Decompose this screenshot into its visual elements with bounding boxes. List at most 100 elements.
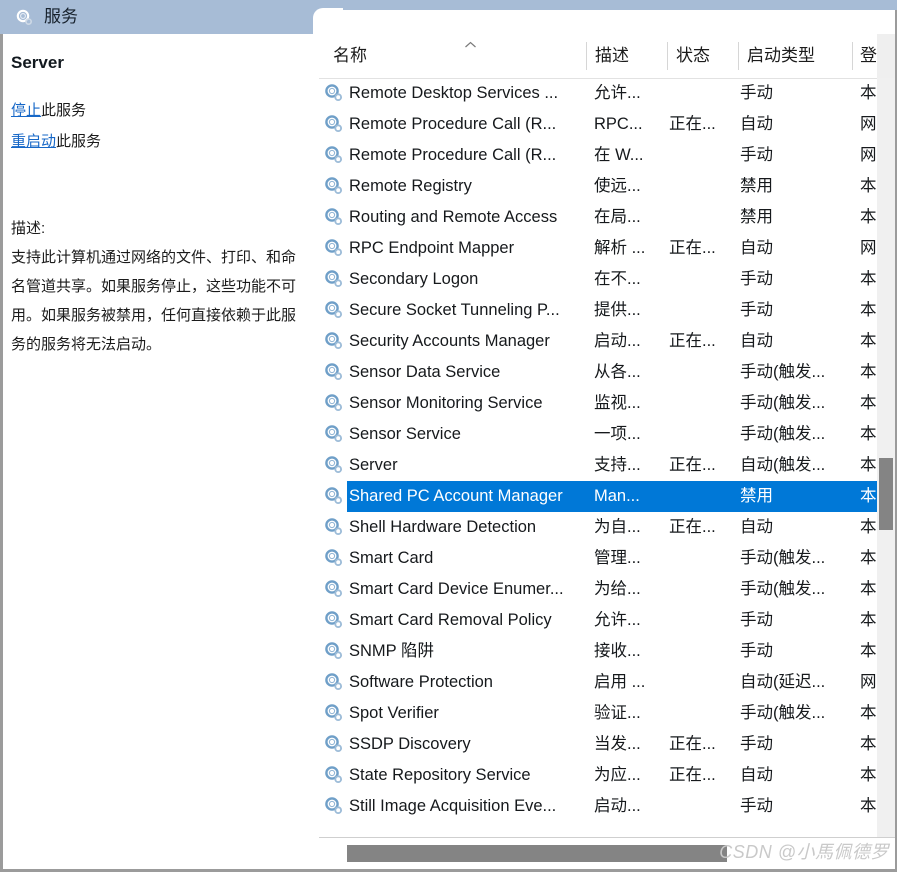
service-gear-icon [324, 114, 344, 134]
table-row[interactable]: Remote Procedure Call (R... RPC... 正在... 自动… [319, 109, 877, 140]
table-row[interactable]: State Repository Service 为应... 正在... 自动 本 [319, 760, 877, 791]
cell-description: 允许... [594, 84, 641, 102]
cell-logon-as: 本 [860, 394, 877, 412]
titlebar-extension [311, 0, 897, 10]
service-gear-icon [324, 455, 344, 475]
cell-startup-type: 手动 [740, 84, 773, 102]
cell-logon-as: 本 [860, 704, 877, 722]
cell-service-name: Remote Procedure Call (R... [349, 146, 557, 164]
cell-startup-type: 自动 [740, 518, 773, 536]
column-header-startup-type[interactable]: 启动类型 [747, 34, 847, 78]
cell-logon-as: 本 [860, 456, 877, 474]
restart-service-suffix: 此服务 [56, 133, 102, 150]
service-gear-icon [324, 269, 344, 289]
cell-startup-type: 手动 [740, 611, 773, 629]
service-gear-icon [324, 176, 344, 196]
cell-startup-type: 手动(触发... [740, 704, 826, 722]
cell-logon-as: 本 [860, 487, 877, 505]
column-divider-1[interactable] [586, 42, 587, 70]
table-row[interactable]: Server 支持... 正在... 自动(触发... 本 [319, 450, 877, 481]
service-gear-icon [324, 610, 344, 630]
table-row[interactable]: Sensor Monitoring Service 监视... 手动(触发... 本 [319, 388, 877, 419]
cell-service-name: SNMP 陷阱 [349, 642, 434, 660]
cell-status: 正在... [669, 115, 716, 133]
table-row[interactable]: Secondary Logon 在不... 手动 本 [319, 264, 877, 295]
stop-service-link[interactable]: 停止 [11, 102, 41, 119]
table-row[interactable]: Smart Card Device Enumer... 为给... 手动(触发...… [319, 574, 877, 605]
cell-description: 在局... [594, 208, 641, 226]
service-action-links: 停止此服务 重启动此服务 [11, 98, 313, 160]
cell-status: 正在... [669, 239, 716, 257]
cell-service-name: Server [349, 456, 398, 474]
cell-status [669, 78, 735, 109]
cell-status [669, 419, 735, 450]
services-rows-container: Remote Desktop Services ... 允许... 手动本 Remot… [319, 78, 877, 838]
table-row[interactable]: Security Accounts Manager 启动... 正在... 自动 本 [319, 326, 877, 357]
header-scrollbar-corner [877, 34, 895, 78]
table-row[interactable]: Remote Procedure Call (R... 在 W... 手动 网 [319, 140, 877, 171]
cell-logon-as: 本 [860, 580, 877, 598]
window-titlebar: 服务 [0, 0, 319, 34]
table-row[interactable]: SNMP 陷阱 接收... 手动 本 [319, 636, 877, 667]
cell-startup-type: 自动(延迟... [740, 673, 826, 691]
table-row[interactable]: Shell Hardware Detection 为自... 正在... 自动 本 [319, 512, 877, 543]
cell-service-name: Sensor Monitoring Service [349, 394, 543, 412]
table-row[interactable]: Remote Desktop Services ... 允许... 手动 本 [319, 78, 877, 109]
cell-description: 为给... [594, 580, 641, 598]
table-row[interactable]: Spot Verifier 验证... 手动(触发... 本 [319, 698, 877, 729]
column-divider-4[interactable] [852, 42, 853, 70]
table-row[interactable]: Software Protection 启用 ... 自动(延迟... 网 [319, 667, 877, 698]
table-row[interactable]: Sensor Data Service 从各... 手动(触发... 本 [319, 357, 877, 388]
cell-status: 正在... [669, 766, 716, 784]
service-gear-icon [324, 796, 344, 816]
cell-description: 为自... [594, 518, 641, 536]
table-row[interactable]: Secure Socket Tunneling P... 提供... 手动 本 [319, 295, 877, 326]
cell-status [669, 202, 735, 233]
table-row[interactable]: Smart Card Removal Policy 允许... 手动 本 [319, 605, 877, 636]
table-row[interactable]: Smart Card 管理... 手动(触发... 本 [319, 543, 877, 574]
cell-description: RPC... [594, 115, 643, 133]
table-row[interactable]: Sensor Service 一项... 手动(触发... 本 [319, 419, 877, 450]
window-title: 服务 [44, 7, 78, 26]
column-header-name[interactable]: 名称 [333, 34, 588, 78]
service-gear-icon [324, 734, 344, 754]
cell-description: 使远... [594, 177, 641, 195]
cell-service-name: Spot Verifier [349, 704, 439, 722]
cell-startup-type: 自动 [740, 766, 773, 784]
cell-description: 提供... [594, 301, 641, 319]
column-header-description[interactable]: 描述 [595, 34, 661, 78]
table-row[interactable]: Routing and Remote Access 在局... 禁用 本 [319, 202, 877, 233]
cell-description: 监视... [594, 394, 641, 412]
column-divider-3[interactable] [738, 42, 739, 70]
cell-description: 一项... [594, 425, 641, 443]
cell-startup-type: 禁用 [740, 177, 773, 195]
service-description-block: 描述: 支持此计算机通过网络的文件、打印、和命名管道共享。如果服务停止，这些功能… [11, 214, 306, 359]
cell-startup-type: 手动 [740, 301, 773, 319]
table-row[interactable]: Remote Registry 使远... 禁用 本 [319, 171, 877, 202]
cell-logon-as: 本 [860, 642, 877, 660]
vertical-scrollbar[interactable] [877, 78, 895, 838]
column-divider-2[interactable] [667, 42, 668, 70]
service-gear-icon [324, 548, 344, 568]
column-header-status[interactable]: 状态 [676, 34, 732, 78]
cell-startup-type: 自动 [740, 332, 773, 350]
table-row[interactable]: SSDP Discovery 当发... 正在... 手动 本 [319, 729, 877, 760]
cell-startup-type: 手动(触发... [740, 425, 826, 443]
column-header-name-label: 名称 [333, 46, 367, 65]
service-gear-icon [324, 300, 344, 320]
cell-logon-as: 本 [860, 518, 877, 536]
cell-service-name: State Repository Service [349, 766, 531, 784]
cell-status: 正在... [669, 518, 716, 536]
table-row[interactable]: Still Image Acquisition Eve... 启动... 手动 本 [319, 791, 877, 822]
restart-service-row: 重启动此服务 [11, 129, 313, 160]
vertical-scrollbar-thumb[interactable] [879, 458, 893, 530]
cell-description: 当发... [594, 735, 641, 753]
table-row[interactable]: Shared PC Account Manager Man... 禁用 本 [319, 481, 877, 512]
cell-status [669, 667, 735, 698]
service-gear-icon [324, 238, 344, 258]
table-row[interactable]: RPC Endpoint Mapper 解析 ... 正在... 自动 网 [319, 233, 877, 264]
cell-status: 正在... [669, 456, 716, 474]
cell-status [669, 357, 735, 388]
restart-service-link[interactable]: 重启动 [11, 133, 56, 150]
horizontal-scrollbar-thumb[interactable] [347, 845, 727, 862]
